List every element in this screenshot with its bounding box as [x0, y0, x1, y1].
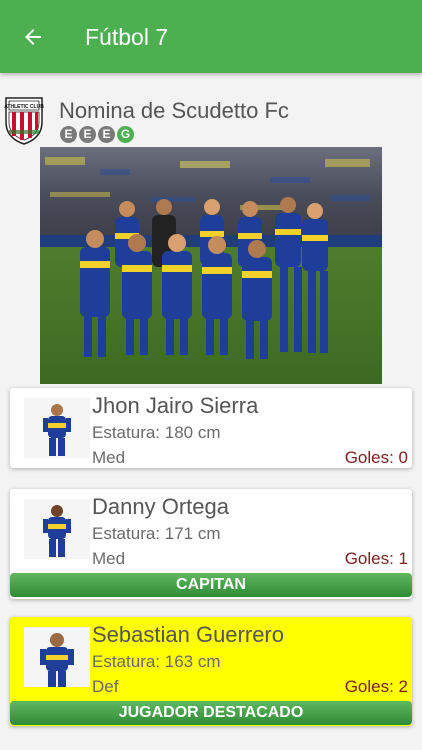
arrow-left-icon — [25, 29, 41, 45]
player-height: Estatura: 163 cm — [92, 652, 221, 671]
team-photo — [40, 147, 382, 384]
player-height: Estatura: 180 cm — [92, 423, 221, 442]
player-photo — [24, 499, 90, 559]
player-name: Sebastian Guerrero — [92, 622, 284, 647]
back-button[interactable] — [14, 18, 52, 56]
player-height: Estatura: 171 cm — [92, 524, 221, 543]
form-result-badge: E — [60, 126, 77, 143]
form-result-badge: G — [117, 126, 134, 143]
player-photo — [24, 398, 90, 458]
player-position: Med — [92, 549, 126, 568]
captain-banner: CAPITAN — [10, 573, 412, 597]
player-card[interactable]: Jhon Jairo Sierra Estatura: 180 cm Med G… — [10, 388, 412, 468]
player-card[interactable]: Danny Ortega Estatura: 171 cm Med Goles:… — [10, 489, 412, 599]
player-name: Danny Ortega — [92, 494, 229, 519]
player-photo — [24, 627, 90, 687]
app-title: Fútbol 7 — [85, 24, 169, 50]
player-card-highlighted[interactable]: Sebastian Guerrero Estatura: 163 cm Def … — [10, 617, 412, 726]
player-position: Med — [92, 448, 126, 467]
player-name: Jhon Jairo Sierra — [92, 393, 259, 418]
app-bar: Fútbol 7 — [0, 0, 422, 73]
svg-text:ATHLETIC CLUB: ATHLETIC CLUB — [4, 104, 44, 110]
team-header: ATHLETIC CLUB Nomina de Scudetto Fc E E … — [0, 90, 422, 148]
featured-player-banner: JUGADOR DESTACADO — [10, 701, 412, 725]
player-goals: Goles: 2 — [344, 677, 408, 696]
form-result-badge: E — [79, 126, 96, 143]
player-goals: Goles: 1 — [344, 549, 408, 568]
team-name: Nomina de Scudetto Fc — [59, 98, 289, 123]
team-form: E E E G — [60, 126, 134, 143]
form-result-badge: E — [98, 126, 115, 143]
player-position: Def — [92, 677, 119, 696]
team-crest-icon: ATHLETIC CLUB — [4, 97, 44, 145]
player-goals: Goles: 0 — [344, 448, 408, 467]
